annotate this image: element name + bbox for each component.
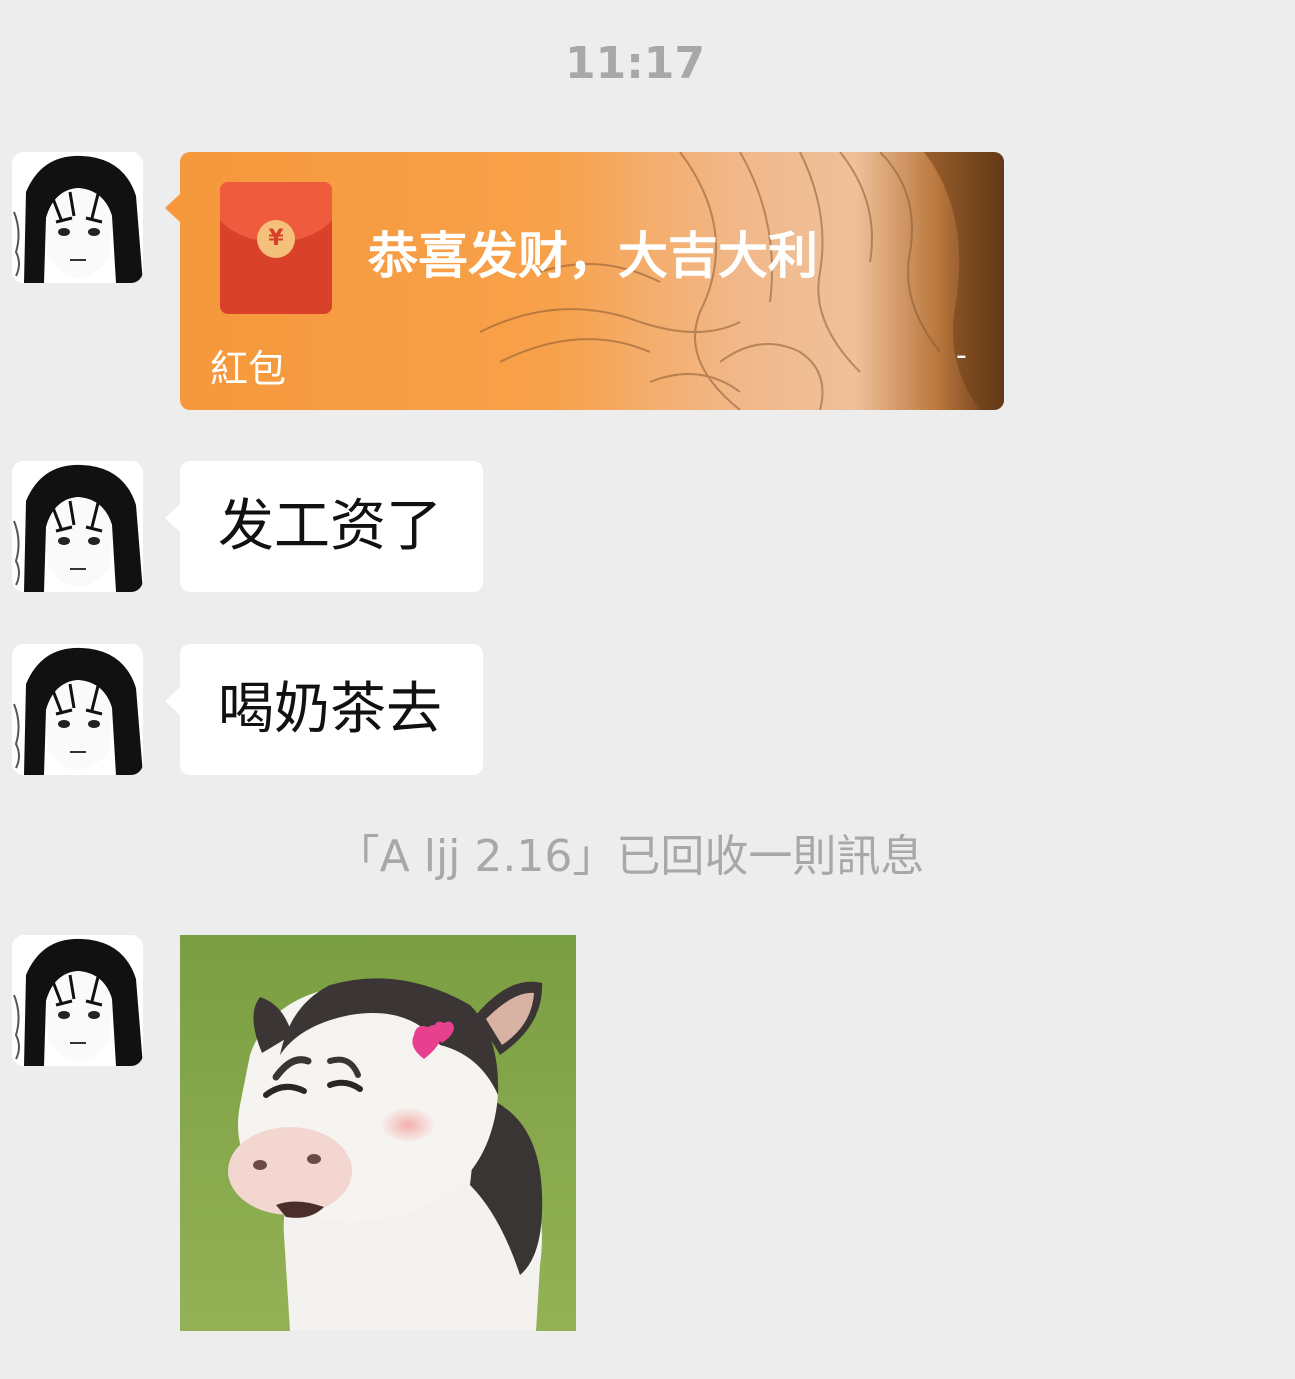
manga-girl-avatar-icon (12, 152, 143, 283)
red-packet-footer-mark: - (956, 338, 967, 373)
red-packet-label: 紅包 (210, 347, 287, 391)
sticker-message[interactable] (180, 935, 576, 1331)
message-recalled-notice: 「A ljj 2.16」已回收一則訊息 (335, 831, 925, 882)
bubble-tail (165, 686, 181, 716)
sender-avatar[interactable] (12, 644, 143, 775)
red-envelope-icon: ¥ (220, 182, 332, 314)
chat-timestamp: 11:17 (564, 38, 706, 89)
yuan-coin-icon: ¥ (257, 220, 295, 258)
manga-girl-avatar-icon (12, 461, 143, 592)
sender-avatar[interactable] (12, 461, 143, 592)
sender-avatar[interactable] (12, 935, 143, 1066)
manga-girl-avatar-icon (12, 644, 143, 775)
red-packet-greeting: 恭喜发财，大吉大利 (368, 227, 818, 285)
bubble-tail (165, 503, 181, 533)
sender-avatar[interactable] (12, 152, 143, 283)
text-message-bubble[interactable]: 发工资了 (180, 461, 483, 592)
red-packet-message[interactable]: ¥ 恭喜发财，大吉大利 紅包 - (180, 152, 1004, 410)
winking-cow-sticker-icon (180, 935, 576, 1331)
manga-girl-avatar-icon (12, 935, 143, 1066)
red-packet-tail (165, 193, 181, 223)
text-message-bubble[interactable]: 喝奶茶去 (180, 644, 483, 775)
